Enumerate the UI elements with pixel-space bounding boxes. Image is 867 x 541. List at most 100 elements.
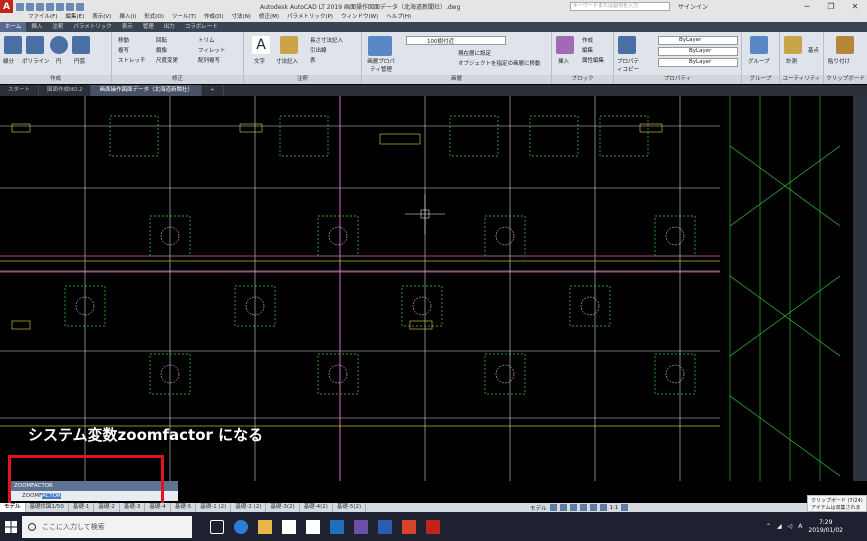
mirror-button[interactable]: 鏡像: [156, 46, 167, 54]
layer-properties-button[interactable]: 画層プロパティ管理: [365, 57, 397, 73]
array-button[interactable]: 配列複写: [198, 56, 220, 64]
redo-icon[interactable]: [76, 2, 84, 11]
print-icon[interactable]: [56, 2, 64, 11]
match-properties-icon[interactable]: [618, 36, 636, 54]
paste-icon[interactable]: [836, 36, 854, 54]
menu-item[interactable]: パラメトリック(P): [287, 13, 333, 22]
layout-tab[interactable]: 基礎-1 (2): [196, 503, 232, 512]
menu-item[interactable]: 作成(D): [204, 13, 224, 22]
group-button[interactable]: グループ: [748, 57, 770, 65]
move-button[interactable]: 移動: [118, 36, 129, 44]
snap-icon[interactable]: [559, 504, 567, 511]
layout-tab[interactable]: 基礎-5: [171, 503, 197, 512]
copy-button[interactable]: 複写: [118, 46, 129, 54]
arc-icon[interactable]: [72, 36, 90, 54]
rotate-button[interactable]: 回転: [156, 36, 167, 44]
new-tab-button[interactable]: +: [202, 85, 224, 96]
model-space-button[interactable]: モデル: [530, 504, 547, 512]
modify-panel-title[interactable]: 修正: [112, 75, 243, 84]
layer-properties-icon[interactable]: [368, 36, 392, 56]
layout-tab[interactable]: 基礎-3(2): [266, 503, 300, 512]
network-icon[interactable]: ◢: [777, 523, 782, 530]
tab-collaborate[interactable]: コラボレート: [180, 22, 223, 32]
layout-tab[interactable]: 基礎-1: [69, 503, 95, 512]
properties-panel-title[interactable]: プロパティ: [614, 75, 741, 84]
match-layer-button[interactable]: オブジェクトを指定の画層に移動: [458, 59, 541, 67]
open-icon[interactable]: [26, 2, 34, 11]
layout-tab[interactable]: 基礎-2: [94, 503, 120, 512]
powerpoint-icon[interactable]: [402, 519, 416, 534]
measure-button[interactable]: 計測: [786, 57, 797, 65]
annotation-scale[interactable]: 1:1: [610, 505, 619, 511]
menu-item[interactable]: 形式(O): [144, 13, 164, 22]
base-button[interactable]: 基点: [808, 46, 819, 54]
close-icon[interactable]: ✕: [843, 0, 867, 13]
menu-item[interactable]: 挿入(I): [119, 13, 136, 22]
text-icon[interactable]: A: [252, 36, 270, 54]
app-icon[interactable]: [330, 519, 344, 534]
paste-button[interactable]: 貼り付け: [828, 57, 850, 65]
linetype-dropdown[interactable]: ByLayer: [658, 47, 738, 56]
text-button[interactable]: 文字: [254, 57, 265, 65]
osnap-icon[interactable]: [589, 504, 597, 511]
arc-button[interactable]: 円弧: [74, 57, 85, 65]
layout-tab[interactable]: 基礎-4(2): [300, 503, 333, 512]
windows-start-icon[interactable]: [0, 512, 22, 541]
layout-tab[interactable]: 基礎-5(2): [333, 503, 367, 512]
clipboard-notification[interactable]: クリップボード (7/24) アイテムは収集されました。: [807, 495, 867, 518]
people-icon[interactable]: ⌃: [766, 523, 771, 530]
clipboard-panel-title[interactable]: クリップボード: [824, 75, 867, 84]
layout-tab[interactable]: 基礎-4: [145, 503, 171, 512]
draw-panel-title[interactable]: 作成: [0, 75, 111, 84]
menu-item[interactable]: 編集(E): [65, 13, 84, 22]
undo-icon[interactable]: [66, 2, 74, 11]
file-tab-start[interactable]: スタート: [0, 85, 40, 96]
set-current-button[interactable]: 現在層に設定: [458, 49, 491, 57]
autocad-taskbar-icon[interactable]: [426, 519, 440, 534]
edit-block-button[interactable]: 編集: [582, 46, 593, 54]
group-icon[interactable]: [750, 36, 768, 54]
task-view-icon[interactable]: [210, 519, 224, 534]
app-icon[interactable]: [354, 519, 368, 534]
menu-item[interactable]: 寸法(N): [232, 13, 251, 22]
menu-item[interactable]: ウィンドウ(W): [341, 13, 378, 22]
ortho-icon[interactable]: [569, 504, 577, 511]
stretch-button[interactable]: ストレッチ: [118, 56, 146, 64]
layout-tab-model[interactable]: モデル: [0, 503, 26, 512]
line-icon[interactable]: [4, 36, 22, 54]
lineweight-dropdown[interactable]: ByLayer: [658, 58, 738, 67]
volume-icon[interactable]: ◁: [788, 523, 793, 530]
file-tab-drawing2[interactable]: 図面作成NO.2: [39, 85, 92, 96]
layout-tab[interactable]: 基礎-3: [120, 503, 146, 512]
layers-panel-title[interactable]: 画層: [362, 75, 551, 84]
tab-view[interactable]: 表示: [117, 22, 138, 32]
grid-icon[interactable]: [549, 504, 557, 511]
clock[interactable]: 7:29 2019/01/02: [808, 519, 843, 535]
fillet-button[interactable]: フィレット: [198, 46, 225, 54]
menu-item[interactable]: ヘルプ(H): [386, 13, 411, 22]
dimension-button[interactable]: 寸法記入: [276, 57, 298, 65]
word-icon[interactable]: [378, 519, 392, 534]
menu-item[interactable]: 修正(M): [259, 13, 279, 22]
create-block-button[interactable]: 作成: [582, 36, 593, 44]
file-tab-active[interactable]: 画面操作図面データ（北海道新聞社）: [91, 85, 202, 96]
saveas-icon[interactable]: [46, 2, 54, 11]
menu-item[interactable]: ツール(T): [172, 13, 196, 22]
insert-button[interactable]: 挿入: [558, 57, 569, 65]
insert-icon[interactable]: [556, 36, 574, 54]
tab-parametric[interactable]: パラメトリック: [68, 22, 116, 32]
menu-item[interactable]: ファイル(F): [28, 13, 57, 22]
tab-insert[interactable]: 挿入: [26, 22, 47, 32]
new-icon[interactable]: [16, 2, 24, 11]
table-button[interactable]: 表: [310, 56, 316, 64]
save-icon[interactable]: [36, 2, 44, 11]
match-properties-button[interactable]: プロパティコピー: [616, 57, 640, 73]
viewcube-navigation-bar[interactable]: [853, 96, 867, 481]
ime-indicator[interactable]: A: [798, 523, 802, 530]
gear-icon[interactable]: [621, 504, 629, 511]
maximize-icon[interactable]: ❐: [819, 0, 843, 13]
polyline-button[interactable]: ポリライン: [22, 57, 50, 65]
file-explorer-icon[interactable]: [258, 519, 272, 534]
utilities-panel-title[interactable]: ユーティリティ: [780, 75, 823, 84]
groups-panel-title[interactable]: グループ: [742, 75, 779, 84]
